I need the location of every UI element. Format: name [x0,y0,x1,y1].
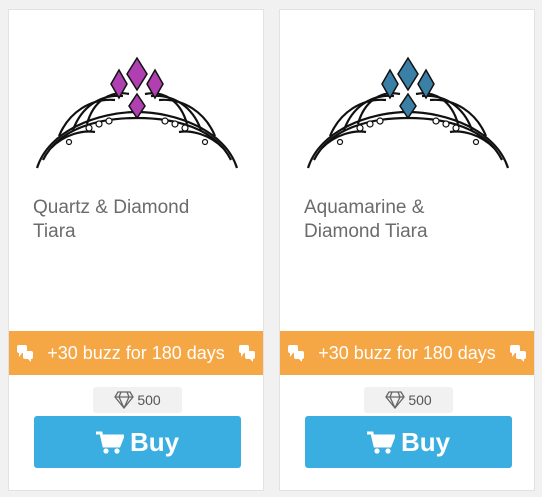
product-name: Quartz & Diamond Tiara [33,197,190,242]
product-card-2: Aquamarine & Diamond Tiara +30 buzz for … [279,9,535,491]
buy-label: Buy [400,427,451,457]
buy-label: Buy [129,427,180,457]
price-badge: 500 [364,387,453,413]
chat-bubbles-icon [288,345,304,362]
buy-button[interactable]: Buy [305,416,512,468]
buy-button[interactable]: Buy [34,416,241,468]
tiara-image [35,56,239,169]
price-badge: 500 [93,387,182,413]
product-card-1: Quartz & Diamond Tiara +30 buzz for 180 … [8,9,264,491]
product-name: Aquamarine & Diamond Tiara [304,197,428,242]
chat-bubbles-icon [17,345,33,362]
diamond-icon [385,391,406,410]
buzz-text: +30 buzz for 180 days [47,343,225,363]
chat-bubbles-icon [239,345,255,362]
diamond-icon [114,391,135,410]
price-value: 500 [408,392,432,408]
cart-icon [95,431,126,454]
price-value: 500 [137,392,161,408]
buzz-banner: +30 buzz for 180 days [280,331,534,375]
tiara-image [306,56,510,169]
chat-bubbles-icon [510,345,526,362]
cart-icon [366,431,397,454]
buzz-text: +30 buzz for 180 days [318,343,496,363]
buzz-banner: +30 buzz for 180 days [9,331,263,375]
